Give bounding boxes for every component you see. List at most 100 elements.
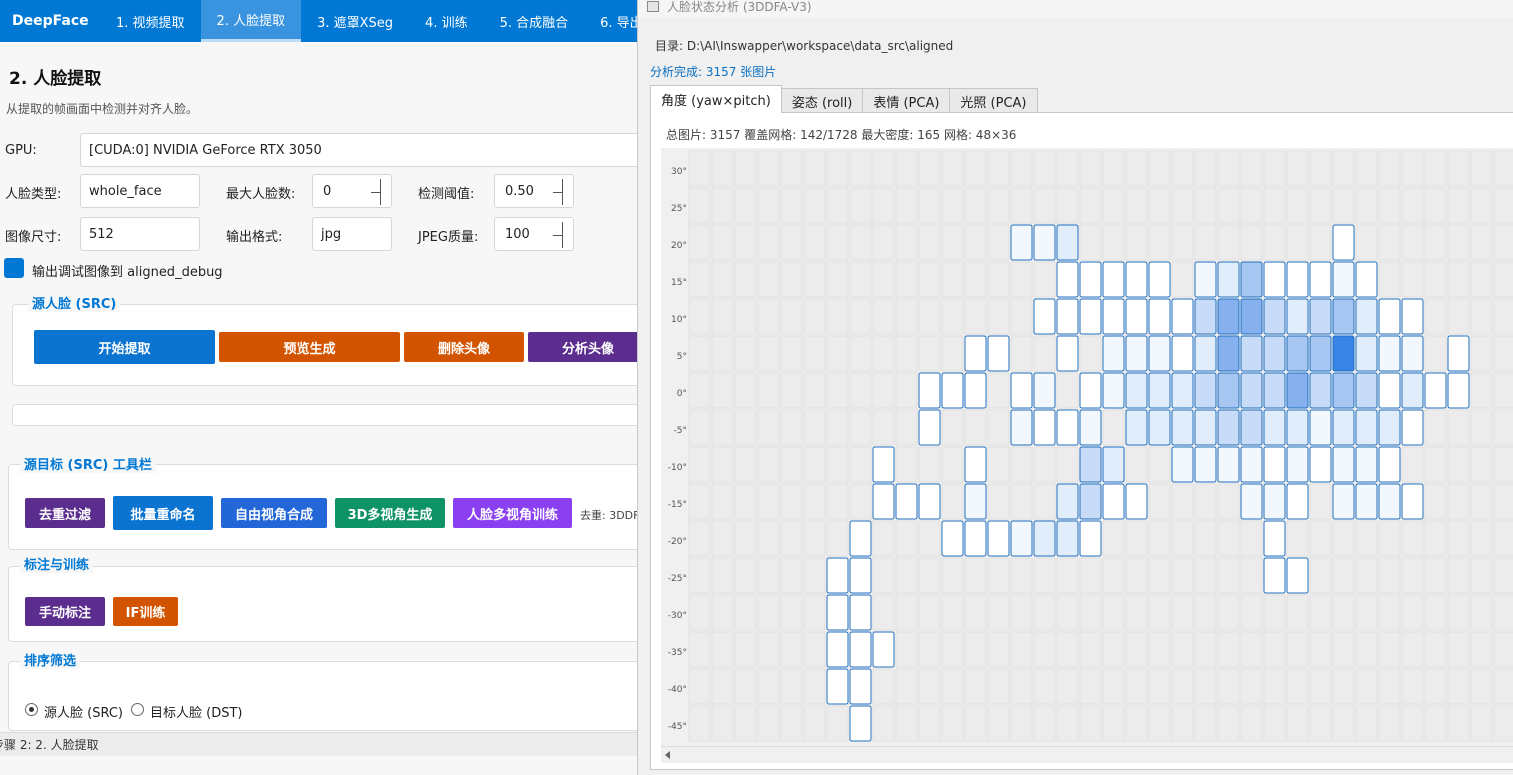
heatmap-empty-cell <box>1286 224 1309 261</box>
start-extract-button[interactable]: 开始提取 <box>34 330 215 364</box>
face-multiview-train-button[interactable]: 人脸多视角训练 <box>453 498 572 528</box>
heatmap-cell <box>964 483 987 520</box>
tab-expression[interactable]: 表情 (PCA) <box>862 88 951 113</box>
3d-multiview-button[interactable]: 3D多视角生成 <box>335 498 445 528</box>
heatmap-empty-cell <box>1447 520 1470 557</box>
heatmap-empty-cell <box>757 594 780 631</box>
heatmap-empty-cell <box>1125 668 1148 705</box>
heatmap-empty-cell <box>1056 594 1079 631</box>
threshold-spinbox[interactable]: 0.50 <box>494 174 574 208</box>
tab-video-extract[interactable]: 1. 视频提取 <box>100 0 201 42</box>
radio-src-label: 源人脸 (SRC) <box>44 706 123 721</box>
heatmap-cell <box>1217 335 1240 372</box>
heatmap-cell <box>1355 335 1378 372</box>
heatmap-empty-cell <box>734 557 757 594</box>
heatmap-empty-cell <box>1332 668 1355 705</box>
heatmap-cell <box>1171 335 1194 372</box>
heatmap-empty-cell <box>1309 631 1332 668</box>
batch-rename-button[interactable]: 批量重命名 <box>113 496 213 530</box>
heatmap-empty-cell <box>1470 261 1493 298</box>
tab-train[interactable]: 4. 训练 <box>409 0 484 42</box>
heatmap-empty-cell <box>1033 705 1056 742</box>
heatmap-cell <box>849 520 872 557</box>
max-faces-spinbox[interactable]: 0 <box>312 174 392 208</box>
heatmap-cell <box>1424 372 1447 409</box>
heatmap-empty-cell <box>1194 668 1217 705</box>
heatmap-empty-cell <box>1447 409 1470 446</box>
radio-dst[interactable] <box>131 703 144 716</box>
heatmap-empty-cell <box>1263 631 1286 668</box>
heatmap-empty-cell <box>757 187 780 224</box>
tab-roll[interactable]: 姿态 (roll) <box>780 88 864 113</box>
face-type-select[interactable]: whole_face <box>80 174 200 208</box>
heatmap-empty-cell <box>1010 446 1033 483</box>
heatmap-empty-cell <box>1493 372 1513 409</box>
heatmap-empty-cell <box>1263 705 1286 742</box>
heatmap-empty-cell <box>826 224 849 261</box>
heatmap-empty-cell <box>734 261 757 298</box>
heatmap-cell <box>1378 446 1401 483</box>
analysis-window: 人脸状态分析 (3DDFA-V3) 目录: D:\AI\Inswapper\wo… <box>637 0 1513 775</box>
heatmap-area[interactable]: 30° 25° 20° 15° 10° 5° 0° -5° -10° -15° -20° -25° -3… <box>661 148 1513 746</box>
tab-lighting[interactable]: 光照 (PCA) <box>949 88 1038 113</box>
heatmap-cell <box>964 372 987 409</box>
jpeg-quality-spinbox[interactable]: 100 <box>494 217 574 251</box>
gpu-label: GPU: <box>5 143 37 158</box>
tab-export-video[interactable]: 6. 导出视频 <box>584 0 640 42</box>
heatmap-empty-cell <box>1493 224 1513 261</box>
heatmap-empty-cell <box>780 409 803 446</box>
heatmap-empty-cell <box>918 668 941 705</box>
output-format-select[interactable]: jpg <box>312 217 392 251</box>
tab-angle[interactable]: 角度 (yaw×pitch) <box>650 85 782 113</box>
heatmap-empty-cell <box>780 520 803 557</box>
if-train-button[interactable]: IF训练 <box>113 597 178 626</box>
heatmap-cell <box>1010 224 1033 261</box>
heatmap-empty-cell <box>1056 187 1079 224</box>
heatmap-empty-cell <box>1125 224 1148 261</box>
manual-annotate-button[interactable]: 手动标注 <box>25 597 105 626</box>
analysis-stats: 总图片: 3157 覆盖网格: 142/1728 最大密度: 165 网格: 4… <box>666 128 1017 142</box>
heatmap-cell <box>1056 520 1079 557</box>
heatmap-cell <box>1125 335 1148 372</box>
debug-output-checkbox[interactable] <box>4 258 24 278</box>
tab-face-extract[interactable]: 2. 人脸提取 <box>200 0 302 42</box>
heatmap-empty-cell <box>757 631 780 668</box>
heatmap-cell <box>1194 372 1217 409</box>
heatmap-cell <box>1378 372 1401 409</box>
heatmap-empty-cell <box>1378 705 1401 742</box>
heatmap-cell <box>1309 298 1332 335</box>
analyze-faces-button[interactable]: 分析头像 <box>528 332 640 362</box>
gpu-select[interactable]: [CUDA:0] NVIDIA GeForce RTX 3050 <box>80 133 640 167</box>
analysis-title-bar[interactable]: 人脸状态分析 (3DDFA-V3) <box>638 0 1513 18</box>
heatmap-empty-cell <box>1309 705 1332 742</box>
heatmap-empty-cell <box>1401 150 1424 187</box>
heatmap-empty-cell <box>1240 631 1263 668</box>
heatmap-cell <box>1378 298 1401 335</box>
radio-src[interactable] <box>25 703 38 716</box>
heatmap-empty-cell <box>1401 446 1424 483</box>
heatmap-cell <box>849 557 872 594</box>
heatmap-empty-cell <box>1378 224 1401 261</box>
heatmap-cell <box>1401 335 1424 372</box>
heatmap-empty-cell <box>1493 483 1513 520</box>
preview-generate-button[interactable]: 预览生成 <box>219 332 400 362</box>
tab-merge[interactable]: 5. 合成融合 <box>484 0 585 42</box>
heatmap-empty-cell <box>1401 557 1424 594</box>
heatmap-cell <box>826 631 849 668</box>
heatmap-cell <box>872 483 895 520</box>
delete-faces-button[interactable]: 删除头像 <box>404 332 524 362</box>
image-size-input[interactable]: 512 <box>80 217 200 251</box>
y-tick-label: -15° <box>668 500 687 510</box>
spin-arrows-icon[interactable] <box>553 222 563 248</box>
spin-arrows-icon[interactable] <box>371 179 381 205</box>
heatmap-empty-cell <box>872 705 895 742</box>
free-view-synth-button[interactable]: 自由视角合成 <box>221 498 327 528</box>
scroll-left-icon[interactable] <box>665 751 670 759</box>
spin-arrows-icon[interactable] <box>553 179 563 205</box>
heatmap-cell <box>1240 372 1263 409</box>
heatmap-cell <box>918 372 941 409</box>
tab-xseg-mask[interactable]: 3. 遮罩XSeg <box>301 0 409 42</box>
horizontal-scrollbar[interactable] <box>661 746 1513 763</box>
heatmap-empty-cell <box>1079 631 1102 668</box>
dedup-filter-button[interactable]: 去重过滤 <box>25 498 105 528</box>
